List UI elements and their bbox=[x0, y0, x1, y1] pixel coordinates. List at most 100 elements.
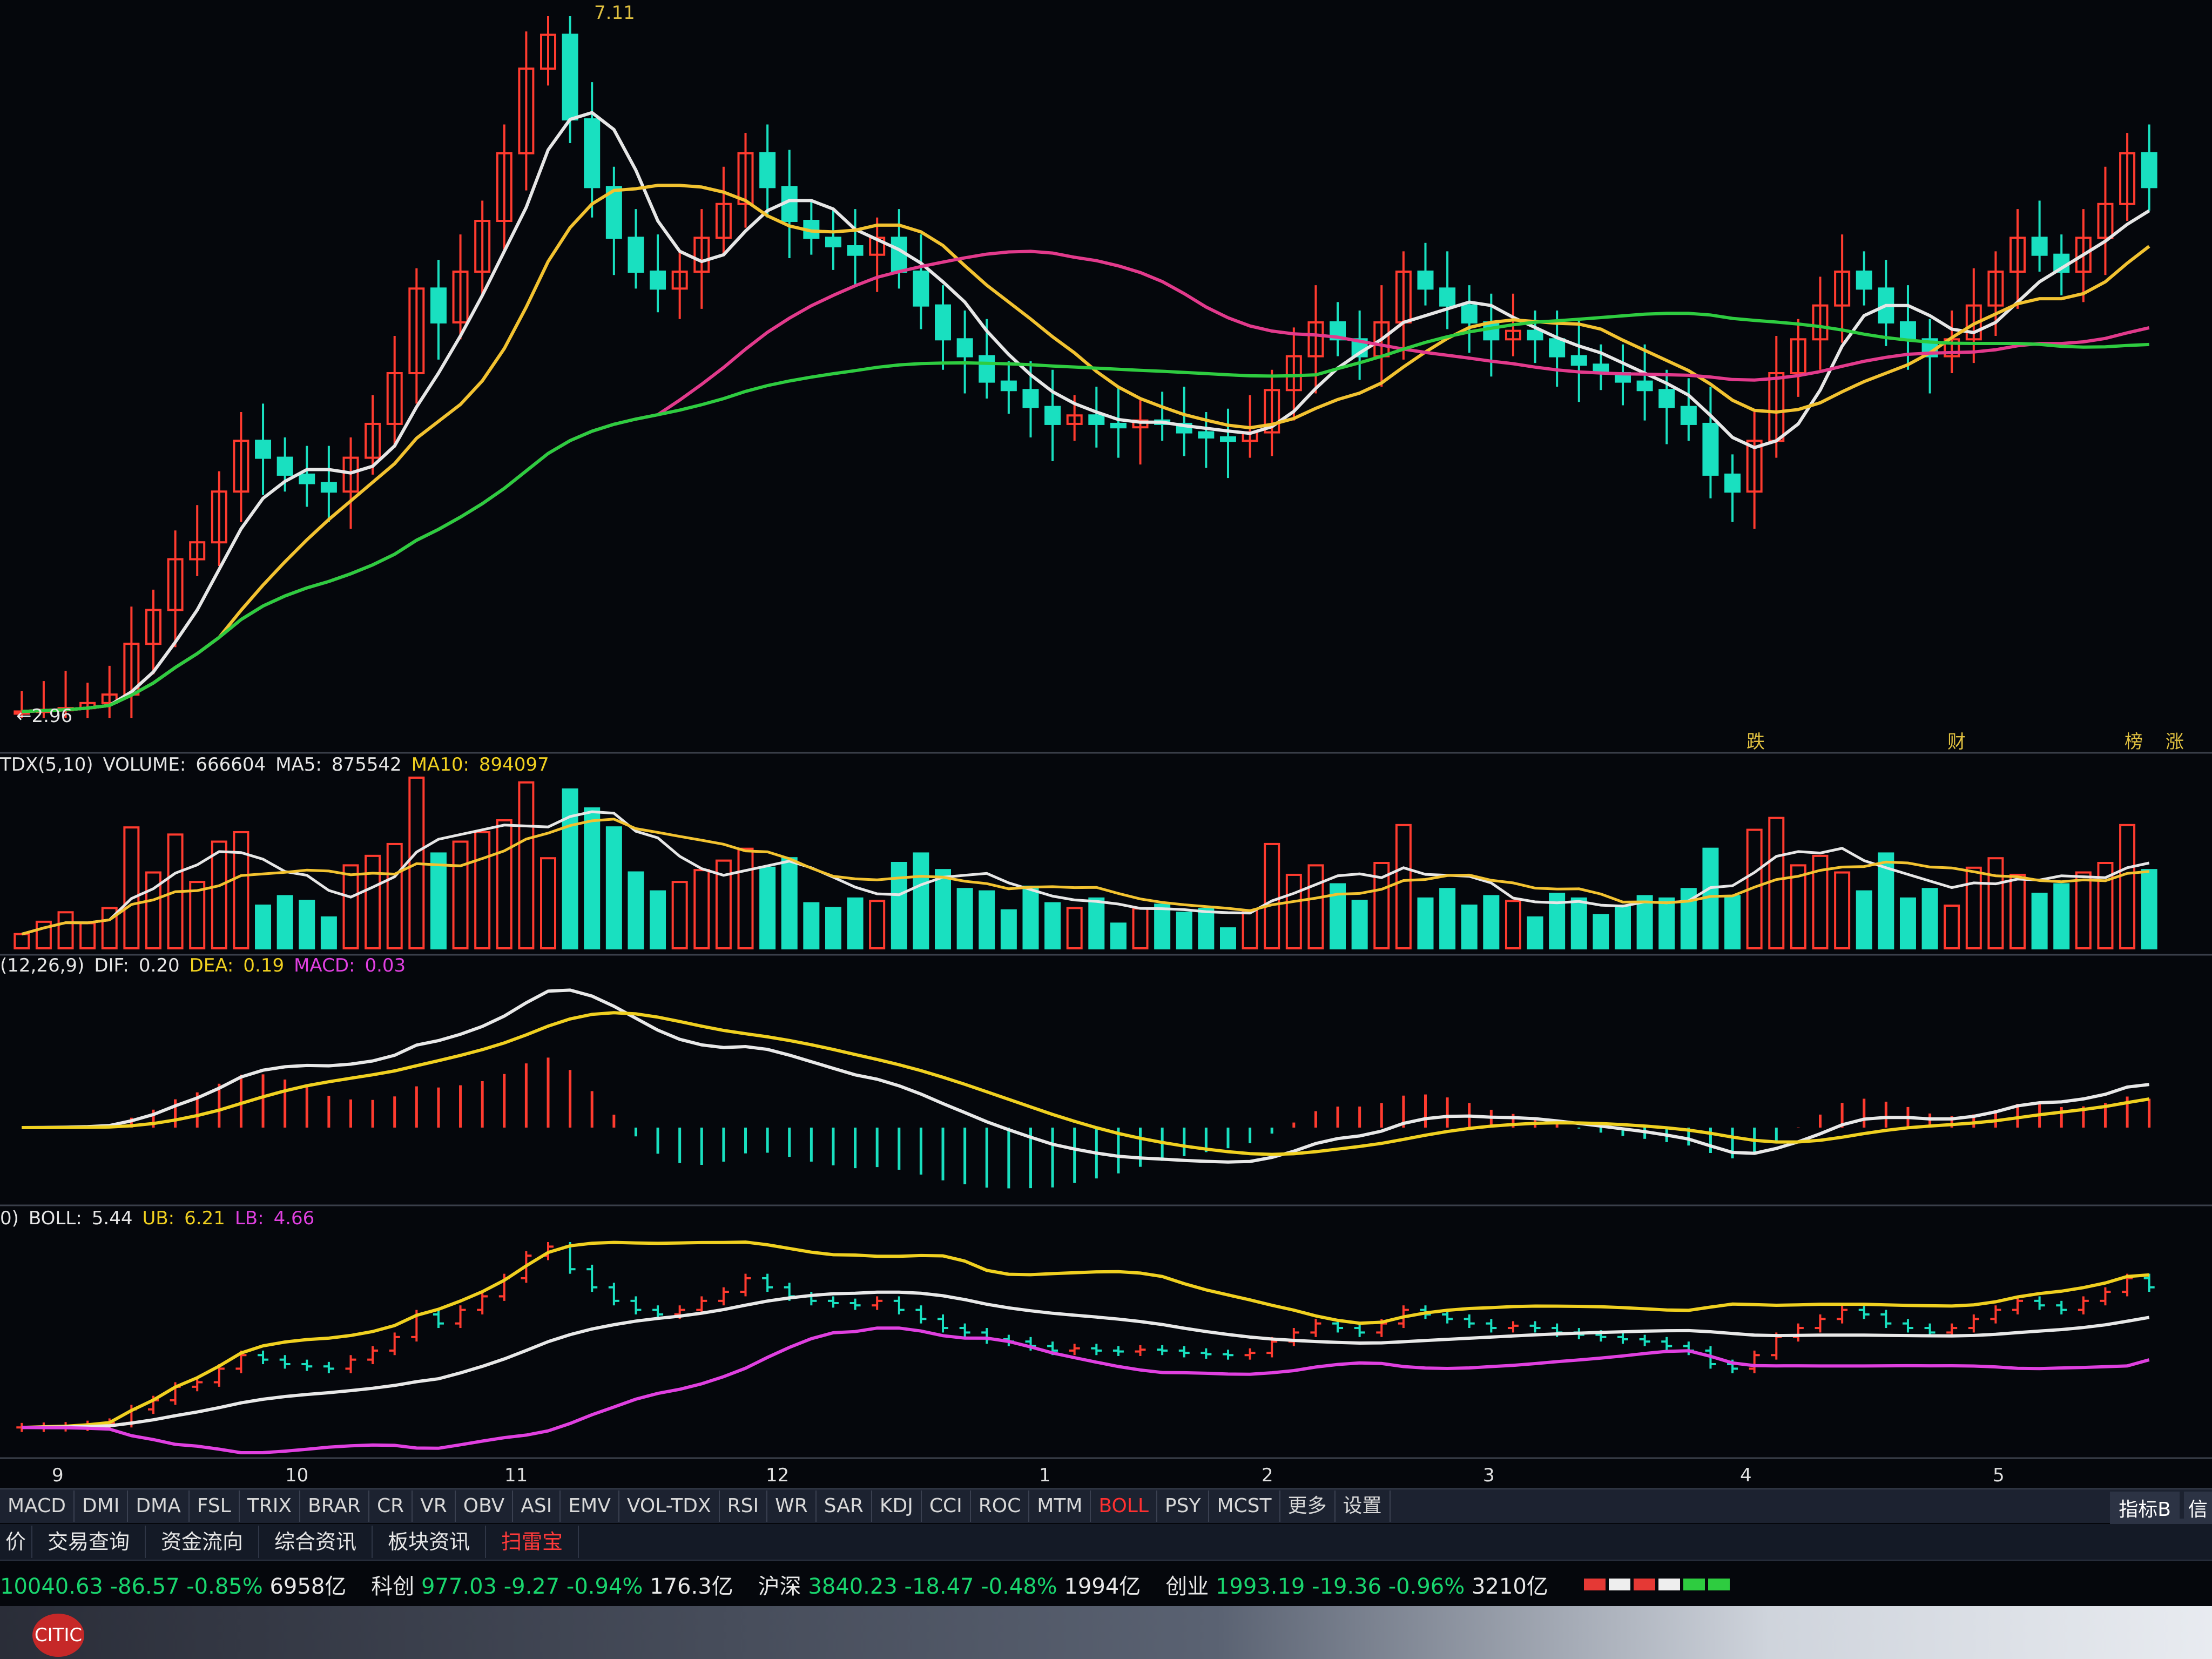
volume-bar bbox=[1483, 895, 1500, 950]
tab-psy[interactable]: PSY bbox=[1157, 1491, 1210, 1522]
candle-body bbox=[1439, 287, 1456, 307]
volume-bar bbox=[1088, 897, 1105, 950]
ma10-label: MA10: bbox=[411, 754, 469, 775]
index-ticker: 10040.63 -86.57 -0.85% 6958亿 科创 977.03 -… bbox=[0, 1563, 2212, 1606]
sector-news-button[interactable]: 板块资讯 bbox=[373, 1526, 487, 1558]
tab-vr[interactable]: VR bbox=[413, 1491, 456, 1522]
mine-scan-button[interactable]: 扫雷宝 bbox=[486, 1526, 579, 1558]
candle-body bbox=[1899, 321, 1916, 341]
tab-dma[interactable]: DMA bbox=[128, 1491, 190, 1522]
ticker-pct: -0.94% bbox=[566, 1574, 643, 1599]
candle-body bbox=[299, 473, 315, 484]
stock-chart-canvas[interactable] bbox=[0, 0, 2212, 1659]
tab-asi[interactable]: ASI bbox=[513, 1491, 561, 1522]
ticker-value: 10040.63 bbox=[0, 1574, 103, 1599]
candle-body bbox=[1856, 271, 1872, 290]
volume-bar bbox=[847, 897, 864, 950]
tab-macd[interactable]: MACD bbox=[0, 1491, 75, 1522]
candle-body bbox=[1658, 389, 1675, 408]
marker-4[interactable]: 涨 bbox=[2166, 727, 2184, 753]
tab-brar[interactable]: BRAR bbox=[300, 1491, 369, 1522]
boll-value: 5.44 bbox=[91, 1208, 133, 1229]
volume-bar bbox=[759, 866, 776, 950]
ticker-amount: 3210亿 bbox=[1471, 1574, 1548, 1599]
ticker-pct: -0.96% bbox=[1388, 1574, 1465, 1599]
macd-legend: (12,26,9) DIF: 0.20 DEA: 0.19 MACD: 0.03 bbox=[0, 955, 415, 976]
boll-legend: 0) BOLL: 5.44 UB: 6.21 LB: 4.66 bbox=[0, 1208, 324, 1229]
broker-logo[interactable]: CITIC bbox=[32, 1614, 84, 1657]
volume-bar bbox=[605, 826, 622, 949]
tab-obv[interactable]: OBV bbox=[456, 1491, 514, 1522]
candle-body bbox=[825, 237, 841, 248]
volume-bar bbox=[1154, 903, 1171, 949]
ticker-name: 科创 bbox=[371, 1574, 415, 1599]
ticker-item[interactable]: 科创 977.03 -9.27 -0.94% 176.3亿 bbox=[371, 1569, 733, 1600]
volume-bar bbox=[1044, 902, 1061, 949]
ma5-value: 875542 bbox=[331, 754, 402, 775]
indicator-toolbar: MACD DMI DMA FSL TRIX BRAR CR VR OBV ASI… bbox=[0, 1488, 2212, 1523]
volume-bar bbox=[276, 895, 293, 950]
ticker-value: 3840.23 bbox=[808, 1574, 898, 1599]
price-button[interactable]: 价 bbox=[0, 1526, 33, 1558]
ticker-item[interactable]: 创业 1993.19 -19.36 -0.96% 3210亿 bbox=[1165, 1569, 1548, 1600]
tab-more[interactable]: 更多 bbox=[1280, 1491, 1336, 1522]
candle-body bbox=[1044, 406, 1061, 425]
ticker-change: -9.27 bbox=[503, 1574, 560, 1599]
candle-body bbox=[1110, 422, 1127, 429]
candle-body bbox=[1527, 329, 1543, 341]
ticker-amount: 1994亿 bbox=[1064, 1574, 1141, 1599]
price-low-label: ←2.96 bbox=[16, 705, 73, 727]
volume-bar bbox=[1176, 912, 1192, 949]
tab-wr[interactable]: WR bbox=[767, 1491, 817, 1522]
candle-body bbox=[1000, 380, 1017, 392]
ticker-item[interactable]: 沪深 3840.23 -18.47 -0.48% 1994亿 bbox=[758, 1569, 1141, 1600]
candle-body bbox=[1461, 304, 1478, 323]
tab-cci[interactable]: CCI bbox=[922, 1491, 971, 1522]
ticker-item[interactable]: 10040.63 -86.57 -0.85% 6958亿 bbox=[0, 1569, 346, 1600]
tab-mtm[interactable]: MTM bbox=[1029, 1491, 1091, 1522]
volume-bar bbox=[299, 900, 315, 949]
tab-sar[interactable]: SAR bbox=[817, 1491, 872, 1522]
dif-label: DIF: bbox=[94, 955, 129, 976]
volume-bar bbox=[1724, 895, 1741, 950]
volume-bar bbox=[255, 905, 272, 949]
tab-rsi[interactable]: RSI bbox=[720, 1491, 768, 1522]
marker-2[interactable]: 财 bbox=[1947, 727, 1966, 753]
tab-settings[interactable]: 设置 bbox=[1336, 1491, 1391, 1522]
tab-roc[interactable]: ROC bbox=[971, 1491, 1030, 1522]
volume-indicator-name: TDX(5,10) bbox=[0, 754, 93, 775]
tab-kdj[interactable]: KDJ bbox=[872, 1491, 922, 1522]
tab-dmi[interactable]: DMI bbox=[75, 1491, 129, 1522]
marker-3[interactable]: 榜 bbox=[2125, 727, 2143, 753]
volume-bar bbox=[1899, 897, 1916, 950]
volume-bar bbox=[1570, 897, 1587, 950]
x-tick-month: 10 bbox=[285, 1465, 309, 1486]
tab-vol-tdx[interactable]: VOL-TDX bbox=[619, 1491, 720, 1522]
volume-bar bbox=[584, 807, 601, 949]
tab-fsl[interactable]: FSL bbox=[190, 1491, 240, 1522]
candle-body bbox=[935, 304, 952, 341]
volume-bar bbox=[2141, 869, 2157, 949]
candle-body bbox=[650, 271, 666, 290]
trade-query-button[interactable]: 交易查询 bbox=[32, 1526, 146, 1558]
volume-bar bbox=[1856, 890, 1872, 949]
tab-mcst[interactable]: MCST bbox=[1209, 1491, 1280, 1522]
fund-flow-button[interactable]: 资金流向 bbox=[146, 1526, 260, 1558]
marker-1[interactable]: 跌 bbox=[1746, 727, 1765, 753]
price-high-label: 7.11 bbox=[594, 2, 635, 24]
x-tick-month: 4 bbox=[1740, 1465, 1752, 1486]
tab-cr[interactable]: CR bbox=[369, 1491, 413, 1522]
candle-body bbox=[562, 33, 578, 121]
candle-body bbox=[1088, 414, 1105, 425]
ub-label: UB: bbox=[142, 1208, 175, 1229]
volume-bar bbox=[1219, 927, 1236, 949]
tab-trix[interactable]: TRIX bbox=[240, 1491, 301, 1522]
x-tick-month: 2 bbox=[1262, 1465, 1273, 1486]
volume-bar bbox=[562, 788, 578, 949]
tab-emv[interactable]: EMV bbox=[561, 1491, 619, 1522]
tab-boll[interactable]: BOLL bbox=[1091, 1491, 1157, 1522]
candle-body bbox=[956, 338, 973, 358]
status-blocks bbox=[1583, 1579, 1730, 1590]
news-button[interactable]: 综合资讯 bbox=[259, 1526, 373, 1558]
ticker-name: 创业 bbox=[1165, 1574, 1209, 1599]
